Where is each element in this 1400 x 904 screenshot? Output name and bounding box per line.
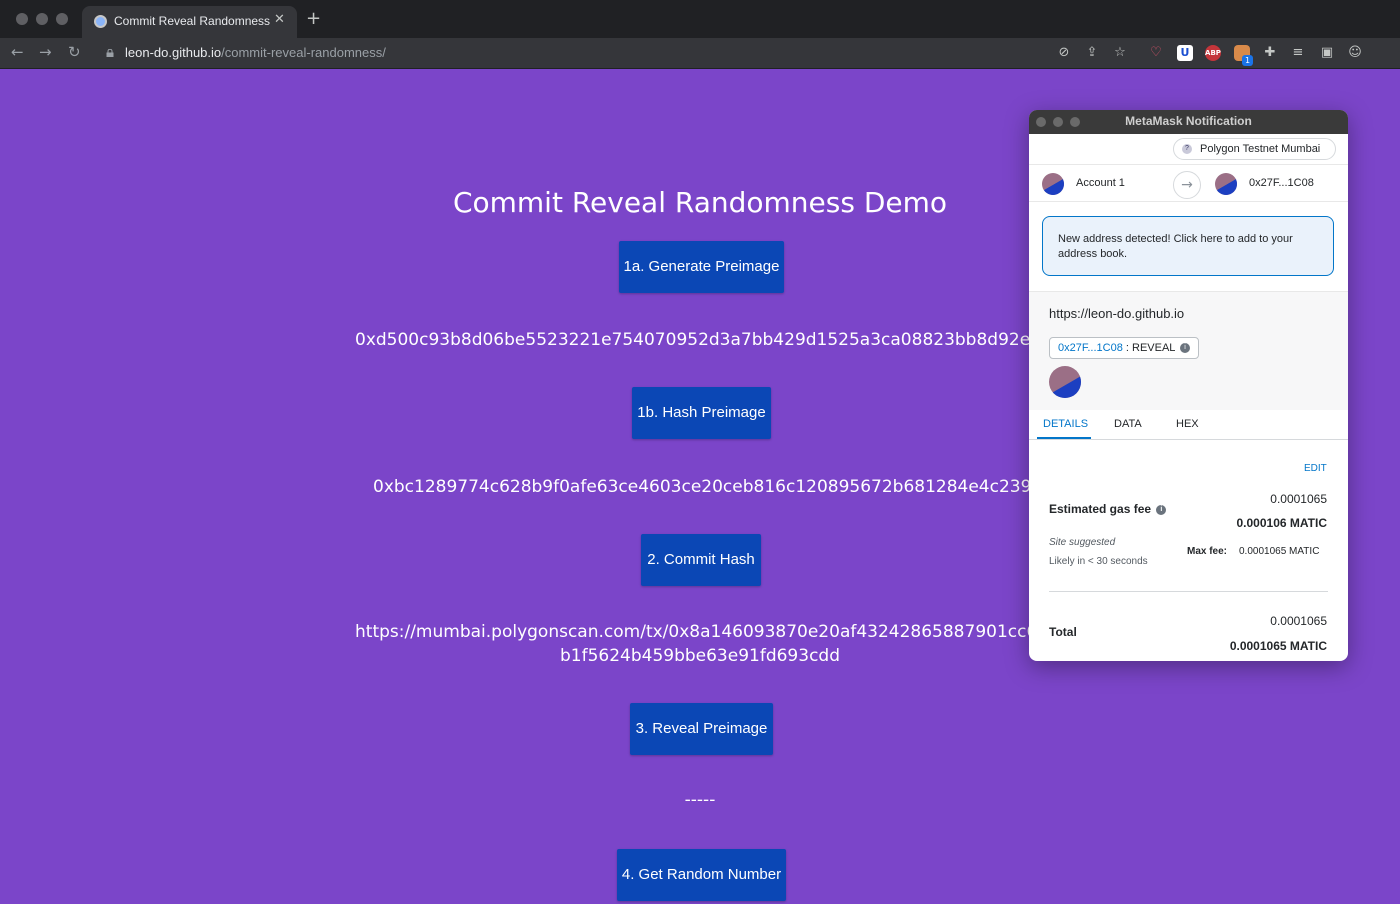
method-name: REVEAL	[1132, 342, 1176, 354]
close-window-icon[interactable]	[16, 13, 28, 25]
total-value-matic: 0.0001065 MATIC	[1229, 639, 1327, 653]
address-bar[interactable]: leon-do.github.io/commit-reveal-randomne…	[125, 45, 386, 60]
globe-icon	[94, 15, 107, 28]
active-tab-indicator	[1037, 437, 1091, 439]
tab-details[interactable]: DETAILS	[1043, 418, 1088, 430]
generate-preimage-button[interactable]: 1a. Generate Preimage	[619, 241, 784, 293]
estimated-gas-fee-label: Estimated gas fee i	[1049, 502, 1167, 516]
browser-tab[interactable]: Commit Reveal Randomness ✕	[82, 6, 297, 38]
gas-value-matic: 0.000106 MATIC	[1236, 516, 1328, 530]
likely-time: Likely in < 30 seconds	[1049, 556, 1148, 567]
forward-icon[interactable]: →	[39, 43, 52, 61]
bookmark-star-icon[interactable]: ☆	[1112, 45, 1128, 61]
close-tab-icon[interactable]: ✕	[274, 12, 285, 27]
pocket-icon[interactable]: ♡	[1148, 45, 1164, 61]
reveal-preimage-button[interactable]: 3. Reveal Preimage	[630, 703, 773, 755]
eye-off-icon[interactable]: ⊘	[1056, 45, 1072, 61]
details-tabs: DETAILS DATA HEX	[1029, 410, 1348, 440]
edit-gas-button[interactable]: EDIT	[1304, 463, 1327, 474]
commit-hash-button[interactable]: 2. Commit Hash	[641, 534, 761, 586]
adblock-icon[interactable]: ABP	[1205, 45, 1221, 61]
browser-tab-bar: Commit Reveal Randomness ✕ +	[0, 0, 1400, 38]
new-address-notice[interactable]: New address detected! Click here to add …	[1042, 216, 1334, 276]
info-icon[interactable]: i	[1156, 504, 1167, 515]
network-name: Polygon Testnet Mumbai	[1200, 143, 1321, 155]
from-account-avatar	[1042, 173, 1064, 195]
maximize-window-icon[interactable]	[56, 13, 68, 25]
browser-toolbar: ← → ↻ leon-do.github.io/commit-reveal-ra…	[0, 38, 1400, 69]
tab-data[interactable]: DATA	[1114, 418, 1142, 430]
lock-icon	[106, 49, 114, 57]
back-icon[interactable]: ←	[11, 43, 24, 61]
separator-text: -----	[684, 790, 716, 810]
network-question-icon: ?	[1182, 144, 1192, 154]
method-badge[interactable]: 0x27F...1C08 : REVEAL i	[1049, 337, 1200, 359]
tab-title: Commit Reveal Randomness	[114, 14, 271, 28]
hash-preimage-button[interactable]: 1b. Hash Preimage	[632, 387, 771, 439]
divider	[1049, 591, 1328, 592]
get-random-number-button[interactable]: 4. Get Random Number	[617, 849, 786, 901]
profile-avatar-icon[interactable]: ☺	[1347, 45, 1363, 61]
origin-url: https://leon-do.github.io	[1049, 306, 1185, 321]
extension-badge: 1	[1242, 55, 1253, 66]
gas-value: 0.0001065	[1270, 492, 1327, 506]
side-panel-icon[interactable]: ▣	[1319, 45, 1335, 61]
info-icon[interactable]: i	[1180, 343, 1191, 354]
to-address[interactable]: 0x27F...1C08	[1249, 177, 1314, 189]
reading-list-icon[interactable]: ≡	[1290, 45, 1306, 61]
total-value: 0.0001065	[1270, 614, 1327, 628]
origin-section: https://leon-do.github.io 0x27F...1C08 :…	[1029, 291, 1348, 411]
site-suggested: Site suggested	[1049, 537, 1116, 548]
method-separator: :	[1122, 342, 1132, 354]
gas-label-text: Estimated gas fee	[1049, 502, 1152, 516]
to-account-avatar	[1215, 173, 1237, 195]
account-row: Account 1 → 0x27F...1C08	[1029, 164, 1348, 202]
share-icon[interactable]: ⇪	[1084, 45, 1100, 61]
network-selector[interactable]: ? Polygon Testnet Mumbai	[1173, 138, 1336, 160]
method-address[interactable]: 0x27F...1C08	[1058, 342, 1123, 354]
max-fee-label: Max fee:	[1187, 546, 1228, 557]
bitwarden-shield-icon[interactable]: U	[1177, 45, 1193, 61]
from-account-name: Account 1	[1076, 177, 1125, 189]
tab-hex[interactable]: HEX	[1176, 418, 1199, 430]
metamask-popup: MetaMask Notification ? Polygon Testnet …	[1029, 110, 1348, 661]
arrow-right-icon: →	[1173, 171, 1201, 199]
url-host: leon-do.github.io	[125, 45, 222, 60]
minimize-window-icon[interactable]	[36, 13, 48, 25]
contract-avatar	[1049, 366, 1081, 398]
reload-icon[interactable]: ↻	[68, 43, 81, 61]
extensions-puzzle-icon[interactable]: ✚	[1262, 45, 1278, 61]
new-tab-icon[interactable]: +	[306, 9, 321, 29]
total-label: Total	[1049, 625, 1077, 639]
url-path: /commit-reveal-randomness/	[221, 45, 386, 60]
metamask-titlebar: MetaMask Notification	[1029, 110, 1348, 134]
metamask-window-title: MetaMask Notification	[1125, 114, 1252, 128]
max-fee-value: 0.0001065 MATIC	[1239, 546, 1320, 557]
